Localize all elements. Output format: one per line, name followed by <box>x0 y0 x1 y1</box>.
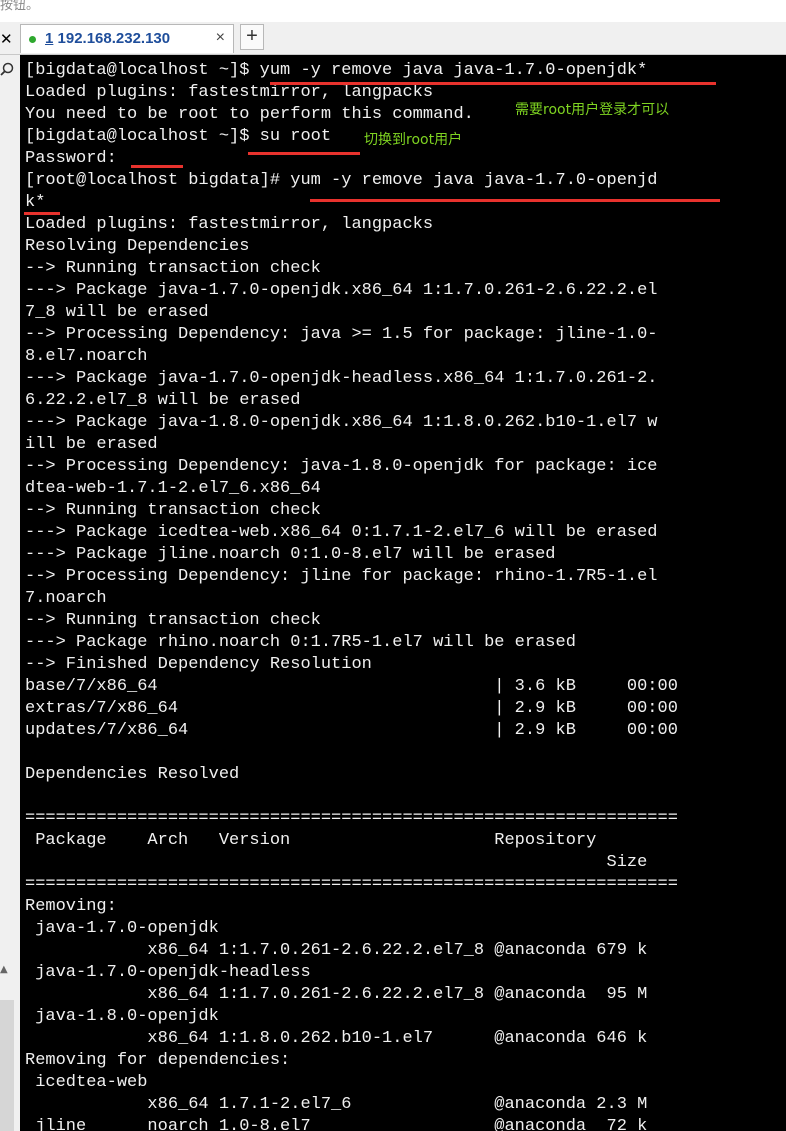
terminal-line: [bigdata@localhost ~]$ yum -y remove jav… <box>25 61 648 80</box>
annotation-need-root: 需要root用户登录才可以 <box>515 102 670 118</box>
top-strip-text: 按钮。 <box>0 0 40 12</box>
top-strip: 按钮。 <box>0 0 786 22</box>
terminal-line: java-1.7.0-openjdk <box>25 919 219 938</box>
terminal-line: Removing: <box>25 897 117 916</box>
terminal-line: ---> Package jline.noarch 0:1.0-8.el7 wi… <box>25 545 556 564</box>
terminal-line: java-1.8.0-openjdk <box>25 1007 219 1026</box>
terminal-line: ========================================… <box>25 875 678 894</box>
terminal-line: ---> Package java-1.7.0-openjdk-headless… <box>25 369 658 388</box>
terminal-line: [bigdata@localhost ~]$ su root <box>25 127 332 146</box>
terminal-line: --> Processing Dependency: jline for pac… <box>25 567 658 586</box>
terminal-line: 6.22.2.el7_8 will be erased <box>25 391 301 410</box>
close-icon[interactable]: ✕ <box>0 30 14 48</box>
session-tab[interactable]: 1 192.168.232.130 × <box>20 24 234 53</box>
terminal-text: [bigdata@localhost ~]$ yum -y remove jav… <box>25 60 678 1131</box>
terminal-line: base/7/x86_64 | 3.6 kB 00:00 <box>25 677 678 696</box>
annotation-switch-root: 切换到root用户 <box>364 132 463 148</box>
terminal-line: Size <box>25 853 648 872</box>
underline-su-root <box>248 152 360 155</box>
terminal-line: Package Arch Version Repository <box>25 831 597 850</box>
session-tab-host: 192.168.232.130 <box>53 30 171 47</box>
terminal-line: ill be erased <box>25 435 158 454</box>
tab-close-icon[interactable]: × <box>216 29 225 47</box>
terminal-line: 7_8 will be erased <box>25 303 209 322</box>
terminal-line: x86_64 1.7.1-2.el7_6 @anaconda 2.3 M <box>25 1095 648 1114</box>
terminal-line: ---> Package rhino.noarch 0:1.7R5-1.el7 … <box>25 633 576 652</box>
terminal-line: k* <box>25 193 46 212</box>
terminal-line: --> Running transaction check <box>25 259 321 278</box>
terminal-line: jline noarch 1.0-8.el7 @anaconda 72 k <box>25 1117 648 1131</box>
underline-cmd-1 <box>270 82 716 85</box>
terminal-line: ========================================… <box>25 809 678 828</box>
terminal-line: ---> Package icedtea-web.x86_64 0:1.7.1-… <box>25 523 658 542</box>
terminal-line: java-1.7.0-openjdk-headless <box>25 963 311 982</box>
terminal-line: icedtea-web <box>25 1073 148 1092</box>
underline-cmd-2-wrap <box>24 212 60 215</box>
terminal-line: dtea-web-1.7.1-2.el7_6.x86_64 <box>25 479 321 498</box>
terminal-line: ---> Package java-1.8.0-openjdk.x86_64 1… <box>25 413 658 432</box>
connected-dot-icon <box>29 36 36 43</box>
terminal-line: x86_64 1:1.8.0.262.b10-1.el7 @anaconda 6… <box>25 1029 648 1048</box>
terminal-line: Resolving Dependencies <box>25 237 250 256</box>
terminal-line: extras/7/x86_64 | 2.9 kB 00:00 <box>25 699 678 718</box>
terminal-line: --> Processing Dependency: java >= 1.5 f… <box>25 325 658 344</box>
terminal-line: --> Running transaction check <box>25 611 321 630</box>
new-tab-button[interactable]: + <box>240 24 264 50</box>
terminal-line: Dependencies Resolved <box>25 765 240 784</box>
underline-password <box>131 165 183 168</box>
terminal-line: Loaded plugins: fastestmirror, langpacks <box>25 215 434 234</box>
terminal-line: x86_64 1:1.7.0.261-2.6.22.2.el7_8 @anaco… <box>25 985 648 1004</box>
terminal-line: x86_64 1:1.7.0.261-2.6.22.2.el7_8 @anaco… <box>25 941 648 960</box>
terminal-line: Removing for dependencies: <box>25 1051 291 1070</box>
terminal-line: --> Processing Dependency: java-1.8.0-op… <box>25 457 658 476</box>
terminal-line: ---> Package java-1.7.0-openjdk.x86_64 1… <box>25 281 658 300</box>
underline-cmd-2 <box>310 199 720 202</box>
terminal-line: --> Finished Dependency Resolution <box>25 655 372 674</box>
terminal-line: 7.noarch <box>25 589 107 608</box>
chevron-up-icon[interactable]: ▲ <box>0 964 14 978</box>
terminal-line: 8.el7.noarch <box>25 347 148 366</box>
scrollbar-thumb[interactable] <box>0 1000 14 1131</box>
terminal-line: [root@localhost bigdata]# yum -y remove … <box>25 171 658 190</box>
session-tab-label: 1 192.168.232.130 <box>45 30 170 47</box>
terminal-line: updates/7/x86_64 | 2.9 kB 00:00 <box>25 721 678 740</box>
terminal-line: --> Running transaction check <box>25 501 321 520</box>
terminal-output[interactable]: [bigdata@localhost ~]$ yum -y remove jav… <box>20 55 786 1131</box>
search-icon[interactable] <box>0 62 14 76</box>
